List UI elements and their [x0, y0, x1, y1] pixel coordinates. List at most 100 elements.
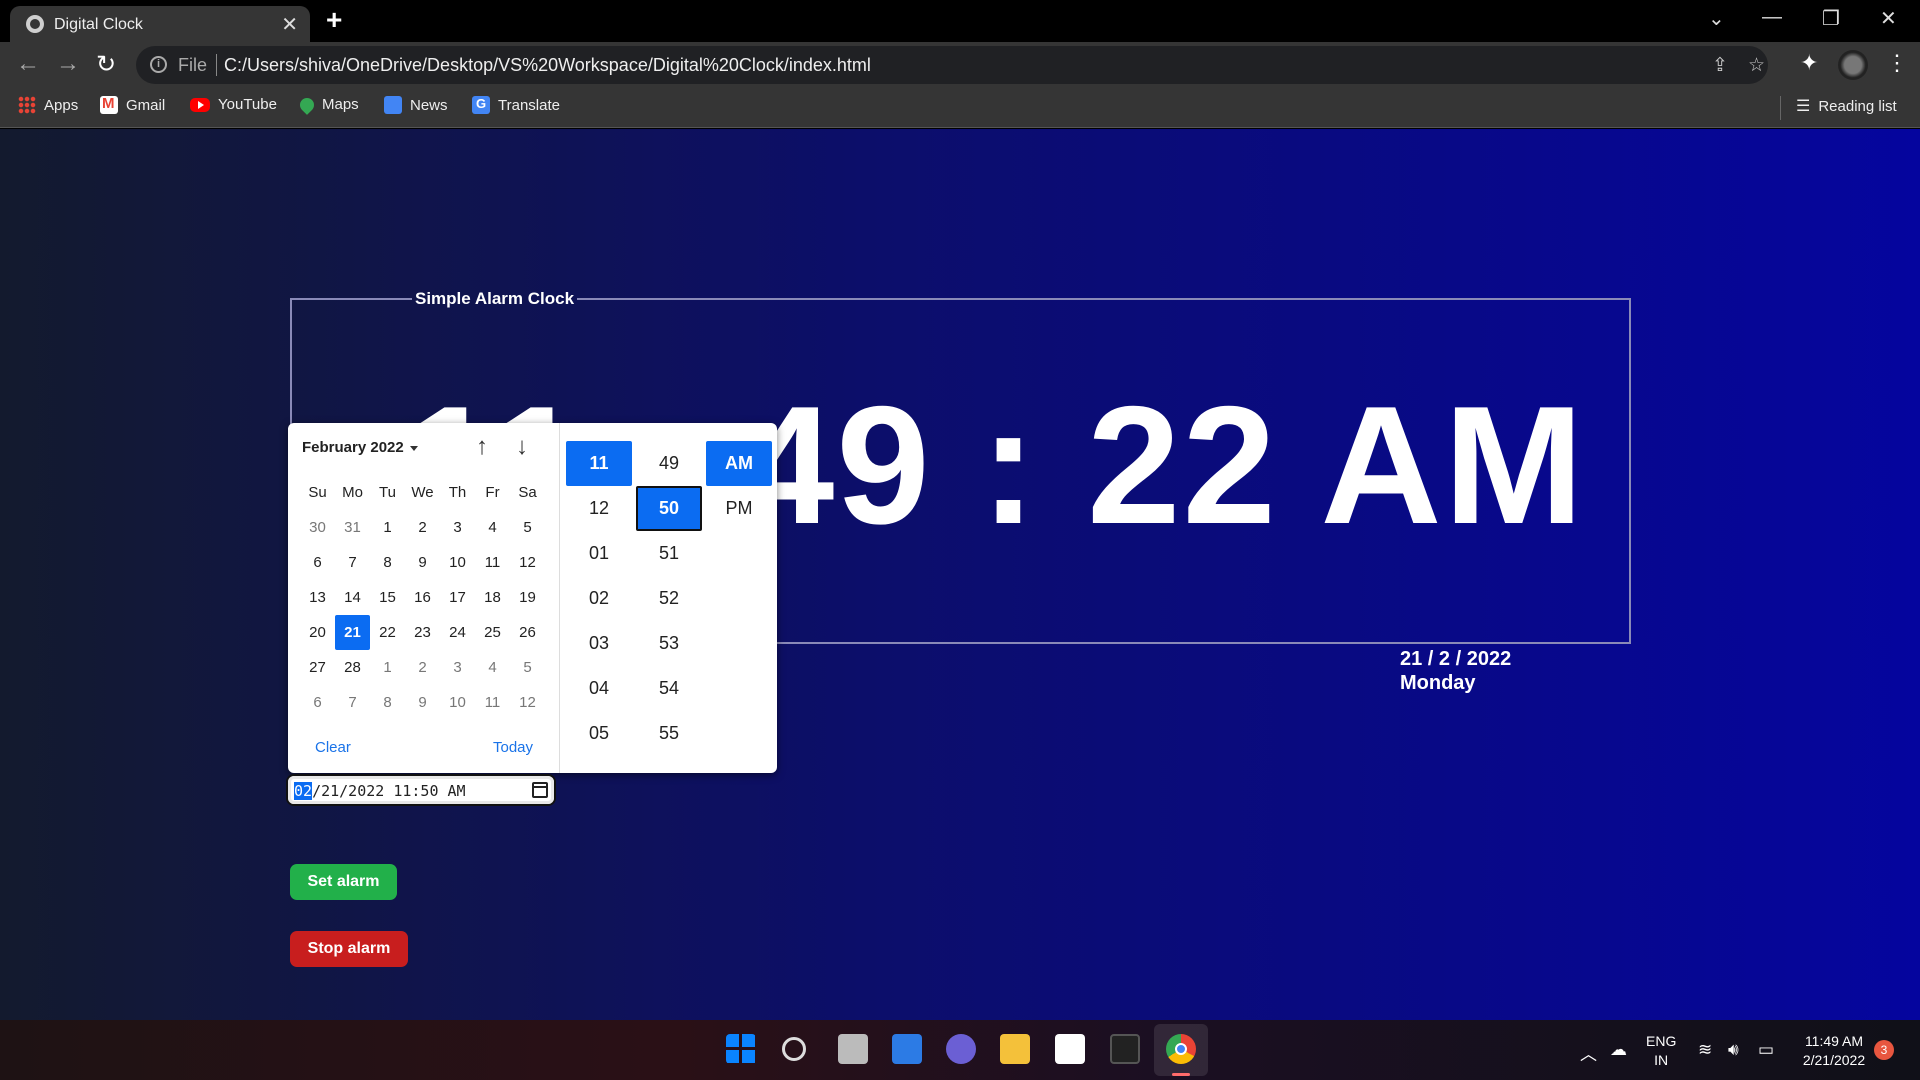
clear-link[interactable]: Clear	[315, 739, 351, 756]
calendar-day[interactable]: 7	[335, 685, 370, 720]
calendar-day[interactable]: 14	[335, 580, 370, 615]
address-bar[interactable]: i File C:/Users/shiva/OneDrive/Desktop/V…	[136, 46, 1768, 84]
volume-icon[interactable]: 🔊︎	[1728, 1040, 1739, 1060]
calendar-day-selected[interactable]: 21	[335, 615, 370, 650]
task-view-icon[interactable]	[838, 1034, 868, 1064]
calendar-day[interactable]: 5	[510, 510, 545, 545]
calendar-day[interactable]: 2	[405, 650, 440, 685]
calendar-day[interactable]: 7	[335, 545, 370, 580]
search-icon[interactable]	[782, 1037, 806, 1061]
today-link[interactable]: Today	[493, 739, 533, 756]
clock-tray[interactable]: 11:49 AM 2/21/2022	[1794, 1032, 1874, 1070]
month-selector[interactable]: February 2022	[302, 439, 418, 456]
forward-icon[interactable]: →	[56, 50, 80, 78]
calendar-day[interactable]: 12	[510, 685, 545, 720]
meridiem-option[interactable]: PM	[706, 486, 772, 531]
calendar-day[interactable]: 23	[405, 615, 440, 650]
calendar-icon[interactable]	[532, 782, 548, 798]
calendar-day[interactable]: 17	[440, 580, 475, 615]
calendar-day[interactable]: 28	[335, 650, 370, 685]
notification-badge[interactable]: 3	[1874, 1040, 1894, 1060]
restore-icon[interactable]: ❐	[1822, 6, 1840, 31]
hour-option-selected[interactable]: 11	[566, 441, 632, 486]
new-tab-icon[interactable]: +	[326, 4, 342, 36]
calendar-day[interactable]: 30	[300, 510, 335, 545]
calendar-day[interactable]: 18	[475, 580, 510, 615]
calendar-day[interactable]: 20	[300, 615, 335, 650]
calendar-day[interactable]: 15	[370, 580, 405, 615]
calendar-day[interactable]: 19	[510, 580, 545, 615]
datetime-rest[interactable]: /21/2022 11:50 AM	[312, 782, 466, 800]
file-explorer-icon[interactable]	[1000, 1034, 1030, 1064]
calendar-day[interactable]: 16	[405, 580, 440, 615]
share-icon[interactable]: ⇪	[1712, 54, 1728, 77]
month-segment[interactable]: 02	[294, 782, 313, 800]
stop-alarm-button[interactable]: Stop alarm	[290, 931, 408, 967]
calendar-day[interactable]: 25	[475, 615, 510, 650]
info-icon[interactable]: i	[150, 56, 167, 73]
menu-kebab-icon[interactable]: ⋮	[1886, 50, 1908, 76]
meridiem-column[interactable]: AM PM	[706, 441, 772, 531]
profile-avatar[interactable]	[1838, 50, 1868, 80]
close-tab-icon[interactable]: ✕	[281, 12, 298, 37]
calendar-day[interactable]: 10	[440, 685, 475, 720]
url-text[interactable]: C:/Users/shiva/OneDrive/Desktop/VS%20Wor…	[224, 55, 871, 76]
hour-option[interactable]: 12	[566, 486, 632, 531]
calendar-day[interactable]: 31	[335, 510, 370, 545]
bookmark-gmail[interactable]: Gmail	[100, 95, 165, 114]
bookmark-translate[interactable]: Translate	[472, 96, 560, 114]
battery-icon[interactable]: ▭	[1758, 1040, 1774, 1060]
show-hidden-icons-chevron-icon[interactable]: ︿	[1580, 1040, 1597, 1065]
chrome-icon[interactable]	[1166, 1034, 1196, 1064]
bookmark-youtube[interactable]: YouTube	[190, 96, 277, 113]
hour-option[interactable]: 02	[566, 576, 632, 621]
onedrive-cloud-icon[interactable]: ☁	[1610, 1040, 1627, 1060]
calendar-day[interactable]: 9	[405, 685, 440, 720]
meridiem-option-selected[interactable]: AM	[706, 441, 772, 486]
tab-search-icon[interactable]: ⌄	[1708, 6, 1725, 31]
calendar-day[interactable]: 12	[510, 545, 545, 580]
calendar-day[interactable]: 11	[475, 685, 510, 720]
alarm-datetime-input[interactable]: 02/21/2022 11:50 AM	[286, 774, 556, 806]
calendar-day[interactable]: 2	[405, 510, 440, 545]
calendar-day[interactable]: 3	[440, 510, 475, 545]
hour-option[interactable]: 05	[566, 711, 632, 756]
minutes-column[interactable]: 49 50 51 52 53 54 55	[636, 441, 702, 756]
minute-option[interactable]: 54	[636, 666, 702, 711]
next-month-arrow-icon[interactable]: ↓	[516, 433, 528, 461]
calendar-day[interactable]: 6	[300, 545, 335, 580]
calendar-day[interactable]: 10	[440, 545, 475, 580]
hour-option[interactable]: 03	[566, 621, 632, 666]
calendar-day[interactable]: 6	[300, 685, 335, 720]
bookmark-maps[interactable]: Maps	[297, 94, 359, 115]
hour-option[interactable]: 01	[566, 531, 632, 576]
calendar-day[interactable]: 5	[510, 650, 545, 685]
minute-option[interactable]: 53	[636, 621, 702, 666]
calendar-day[interactable]: 9	[405, 545, 440, 580]
calendar-day[interactable]: 3	[440, 650, 475, 685]
set-alarm-button[interactable]: Set alarm	[290, 864, 397, 900]
previous-month-arrow-icon[interactable]: ↑	[476, 433, 488, 461]
reading-list-button[interactable]: ☰ Reading list	[1796, 96, 1897, 116]
minute-option[interactable]: 52	[636, 576, 702, 621]
store-icon[interactable]	[1055, 1034, 1085, 1064]
calendar-day[interactable]: 26	[510, 615, 545, 650]
calendar-day[interactable]: 22	[370, 615, 405, 650]
chat-icon[interactable]	[946, 1034, 976, 1064]
bookmark-apps[interactable]: Apps	[18, 96, 78, 114]
wifi-icon[interactable]: ≋	[1698, 1040, 1712, 1060]
calendar-day[interactable]: 4	[475, 510, 510, 545]
notion-icon[interactable]	[1110, 1034, 1140, 1064]
calendar-day[interactable]: 11	[475, 545, 510, 580]
calendar-day[interactable]: 1	[370, 650, 405, 685]
minute-option[interactable]: 55	[636, 711, 702, 756]
calendar-day[interactable]: 13	[300, 580, 335, 615]
calendar-day[interactable]: 8	[370, 545, 405, 580]
calendar-day[interactable]: 27	[300, 650, 335, 685]
hour-option[interactable]: 04	[566, 666, 632, 711]
calendar-day[interactable]: 1	[370, 510, 405, 545]
calendar-day[interactable]: 24	[440, 615, 475, 650]
hours-column[interactable]: 11 12 01 02 03 04 05	[566, 441, 632, 756]
bookmark-star-icon[interactable]: ☆	[1748, 54, 1765, 77]
minute-option[interactable]: 51	[636, 531, 702, 576]
